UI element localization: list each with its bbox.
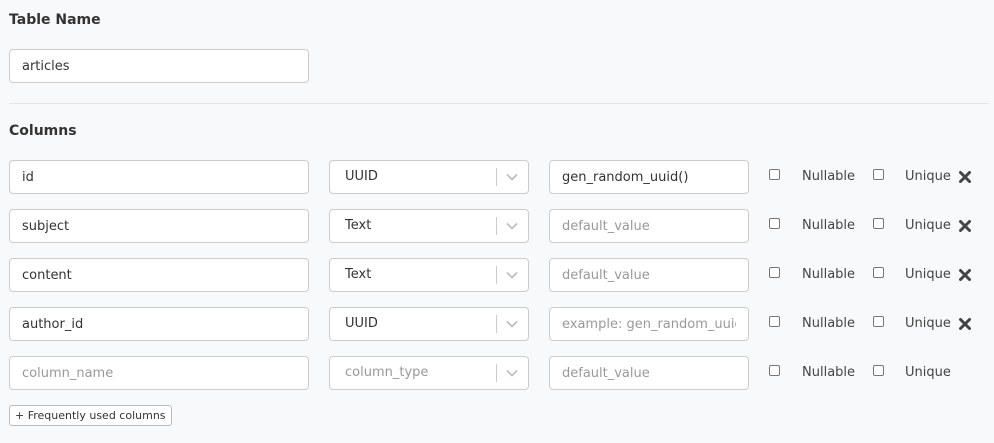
section-divider <box>9 103 989 104</box>
column-type-placeholder: column_type <box>345 365 429 380</box>
column-row: UUID Nullable Unique <box>0 160 994 194</box>
column-row: Text Nullable Unique <box>0 258 994 292</box>
column-row: UUID Nullable Unique <box>0 307 994 341</box>
column-type-value: UUID <box>345 316 378 331</box>
unique-checkbox[interactable] <box>873 169 884 180</box>
column-name-input[interactable] <box>9 307 309 341</box>
table-name-input[interactable] <box>9 49 309 83</box>
select-separator <box>496 217 497 235</box>
column-row: Text Nullable Unique <box>0 209 994 243</box>
remove-column-icon[interactable] <box>958 268 972 282</box>
default-value-input[interactable] <box>549 209 749 243</box>
new-column-type-select[interactable]: column_type <box>329 356 529 390</box>
unique-label: Unique <box>905 365 951 380</box>
new-column-name-input[interactable] <box>9 356 309 390</box>
unique-checkbox[interactable] <box>873 365 884 376</box>
chevron-down-icon <box>506 369 518 377</box>
chevron-down-icon <box>506 173 518 181</box>
nullable-checkbox[interactable] <box>769 267 780 278</box>
new-column-row: column_type Nullable Unique <box>0 356 994 390</box>
column-type-value: Text <box>345 218 372 233</box>
nullable-label: Nullable <box>802 316 856 331</box>
nullable-label: Nullable <box>802 218 856 233</box>
unique-checkbox[interactable] <box>873 316 884 327</box>
nullable-checkbox[interactable] <box>769 365 780 376</box>
column-name-input[interactable] <box>9 258 309 292</box>
nullable-checkbox[interactable] <box>769 316 780 327</box>
create-table-form: Table Name Columns UUID Nullable Unique … <box>0 0 994 443</box>
default-value-input[interactable] <box>549 307 749 341</box>
columns-heading: Columns <box>9 123 77 139</box>
nullable-checkbox[interactable] <box>769 169 780 180</box>
column-type-value: Text <box>345 267 372 282</box>
remove-column-icon[interactable] <box>958 317 972 331</box>
chevron-down-icon <box>506 320 518 328</box>
nullable-label: Nullable <box>802 267 856 282</box>
unique-label: Unique <box>905 218 951 233</box>
column-type-select[interactable]: UUID <box>329 160 529 194</box>
column-name-input[interactable] <box>9 160 309 194</box>
table-name-heading: Table Name <box>9 12 101 28</box>
column-type-select[interactable]: UUID <box>329 307 529 341</box>
column-type-value: UUID <box>345 169 378 184</box>
unique-checkbox[interactable] <box>873 218 884 229</box>
select-separator <box>496 266 497 284</box>
frequently-used-columns-button[interactable]: + Frequently used columns <box>9 405 172 426</box>
unique-label: Unique <box>905 316 951 331</box>
new-default-value-input[interactable] <box>549 356 749 390</box>
unique-checkbox[interactable] <box>873 267 884 278</box>
nullable-label: Nullable <box>802 365 856 380</box>
remove-column-icon[interactable] <box>958 170 972 184</box>
chevron-down-icon <box>506 271 518 279</box>
select-separator <box>496 364 497 382</box>
remove-column-icon[interactable] <box>958 219 972 233</box>
column-name-input[interactable] <box>9 209 309 243</box>
nullable-checkbox[interactable] <box>769 218 780 229</box>
select-separator <box>496 168 497 186</box>
default-value-input[interactable] <box>549 258 749 292</box>
unique-label: Unique <box>905 169 951 184</box>
select-separator <box>496 315 497 333</box>
chevron-down-icon <box>506 222 518 230</box>
default-value-input[interactable] <box>549 160 749 194</box>
column-type-select[interactable]: Text <box>329 209 529 243</box>
unique-label: Unique <box>905 267 951 282</box>
column-type-select[interactable]: Text <box>329 258 529 292</box>
nullable-label: Nullable <box>802 169 856 184</box>
